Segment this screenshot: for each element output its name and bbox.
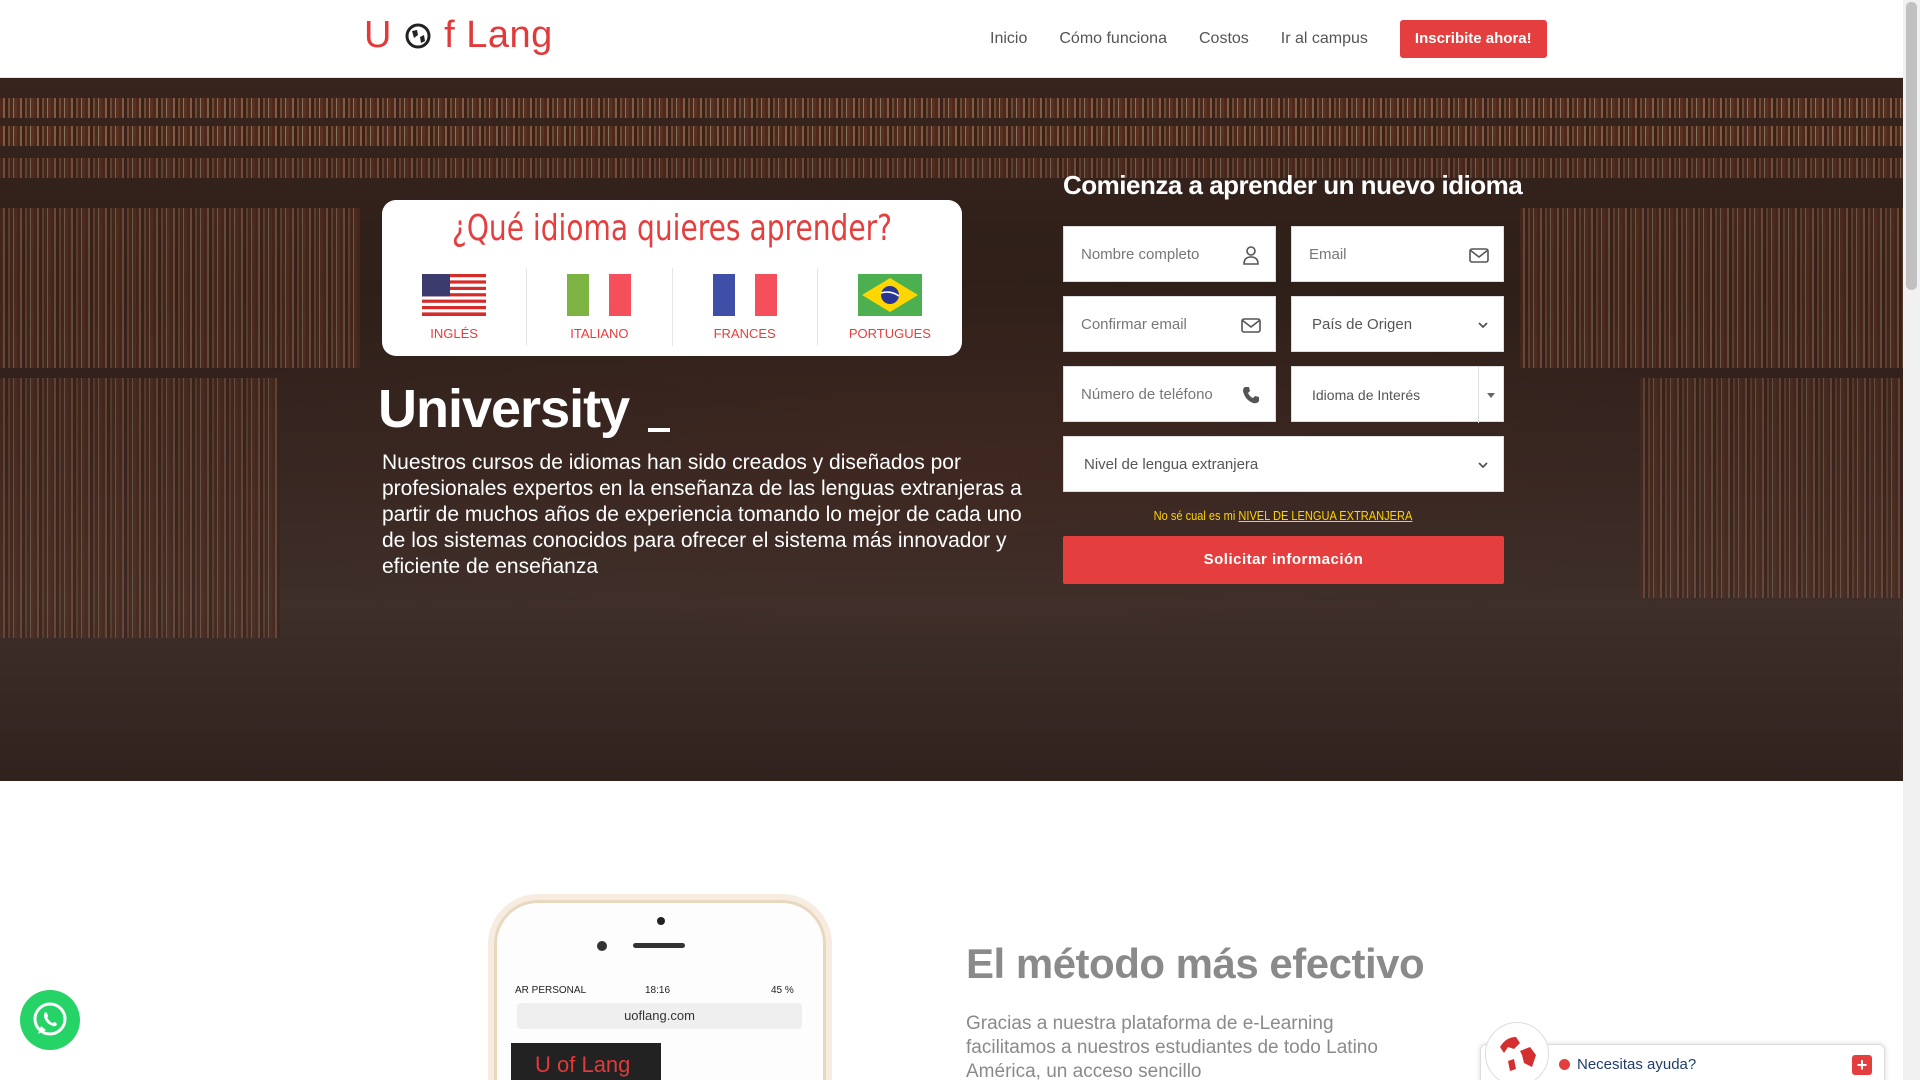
status-dot-icon xyxy=(1559,1059,1570,1070)
language-label: INGLÉS xyxy=(430,326,478,341)
phone-time: 18:16 xyxy=(645,985,671,996)
full-name-placeholder: Nombre completo xyxy=(1081,246,1200,263)
page: U f Lang Inicio Cómo funciona Costos Ir … xyxy=(0,0,1920,1080)
level-help-link[interactable]: NIVEL DE LENGUA EXTRANJERA xyxy=(1238,508,1412,523)
signup-button[interactable]: Inscribite ahora! xyxy=(1399,20,1547,58)
envelope-icon xyxy=(1241,318,1261,333)
nav-costos[interactable]: Costos xyxy=(1199,20,1249,58)
main-nav: Inicio Cómo funciona Costos Ir al campus… xyxy=(990,20,1547,58)
confirm-email-placeholder: Confirmar email xyxy=(1081,316,1187,333)
plus-icon[interactable]: + xyxy=(1852,1055,1872,1075)
language-interest-value: Idioma de Interés xyxy=(1312,387,1421,403)
level-help: No sé cual es mi NIVEL DE LENGUA EXTRANJ… xyxy=(1096,508,1470,523)
full-name-field[interactable]: Nombre completo xyxy=(1063,226,1276,282)
scrollbar-thumb[interactable] xyxy=(1906,2,1917,290)
level-select-value: Nivel de lengua extranjera xyxy=(1084,456,1259,473)
select-divider xyxy=(1478,367,1479,423)
italy-flag-icon xyxy=(567,274,632,316)
email-field[interactable]: Email xyxy=(1291,226,1504,282)
language-question: ¿Qué idioma quieres aprender? xyxy=(451,208,893,249)
language-label: FRANCES xyxy=(713,326,776,341)
language-interest-select[interactable]: Idioma de Interés xyxy=(1291,366,1504,423)
method-title: El método más efectivo xyxy=(966,940,1425,987)
country-select-value: País de Origen xyxy=(1312,316,1413,333)
phone-carrier: AR PERSONAL xyxy=(515,985,587,996)
logo-text-left: U xyxy=(364,14,392,56)
hero-overlay xyxy=(0,78,1903,781)
language-options: INGLÉS ITALIANO FRANCES PORTUGUES xyxy=(382,268,962,346)
hero-headline: University xyxy=(378,379,630,439)
chevron-down-icon xyxy=(1478,462,1488,469)
site-logo[interactable]: U f Lang xyxy=(364,14,553,57)
confirm-email-field[interactable]: Confirmar email xyxy=(1063,296,1276,352)
us-flag-icon xyxy=(422,274,487,316)
chevron-down-icon xyxy=(1478,322,1488,329)
language-option-french[interactable]: FRANCES xyxy=(673,268,818,346)
phone-url-bar: uoflang.com xyxy=(517,1003,802,1029)
logo-text-right: f Lang xyxy=(444,14,553,56)
level-help-text: No sé cual es mi xyxy=(1153,508,1236,523)
brazil-flag-icon xyxy=(857,274,922,316)
phone-field[interactable]: Número de teléfono xyxy=(1063,366,1276,422)
france-flag-icon xyxy=(712,274,777,316)
whatsapp-button[interactable] xyxy=(20,990,80,1050)
whatsapp-icon xyxy=(33,1002,67,1036)
phone-mockup: AR PERSONAL 18:16 45 % uoflang.com U of … xyxy=(494,900,826,1080)
country-select[interactable]: País de Origen xyxy=(1291,296,1504,352)
hero-section: ¿Qué idioma quieres aprender? INGLÉS ITA… xyxy=(0,78,1903,781)
user-icon xyxy=(1243,246,1259,265)
nav-inicio[interactable]: Inicio xyxy=(990,20,1027,58)
site-header: U f Lang Inicio Cómo funciona Costos Ir … xyxy=(0,0,1903,78)
globe-icon xyxy=(1494,1031,1542,1079)
typing-cursor xyxy=(648,428,670,432)
help-chat-label: Necesitas ayuda? xyxy=(1577,1056,1697,1073)
phone-placeholder: Número de teléfono xyxy=(1081,386,1213,403)
page-scrollbar[interactable] xyxy=(1903,0,1920,1080)
hero-description: Nuestros cursos de idiomas han sido crea… xyxy=(382,451,1022,578)
phone-icon xyxy=(1243,387,1259,404)
language-option-english[interactable]: INGLÉS xyxy=(382,268,528,346)
language-option-italian[interactable]: ITALIANO xyxy=(527,268,673,346)
help-chat-avatar[interactable] xyxy=(1485,1022,1549,1080)
phone-app-logo: U of Lang xyxy=(511,1043,661,1080)
phone-url: uoflang.com xyxy=(624,1008,695,1023)
form-title: Comienza a aprender un nuevo idioma xyxy=(1063,170,1523,200)
method-description: Gracias a nuestra plataforma de e-Learni… xyxy=(966,1013,1378,1080)
nav-campus[interactable]: Ir al campus xyxy=(1281,20,1368,58)
email-placeholder: Email xyxy=(1309,246,1347,263)
phone-battery: 45 % xyxy=(771,985,794,996)
language-label: PORTUGUES xyxy=(848,326,931,341)
caret-down-icon xyxy=(1487,393,1495,398)
phone-lens xyxy=(597,941,607,951)
phone-speaker xyxy=(633,943,685,948)
language-label: ITALIANO xyxy=(570,326,629,341)
level-select[interactable]: Nivel de lengua extranjera xyxy=(1063,436,1504,492)
phone-camera xyxy=(657,917,665,925)
envelope-icon xyxy=(1469,248,1489,263)
nav-como-funciona[interactable]: Cómo funciona xyxy=(1059,20,1167,58)
language-picker-card: ¿Qué idioma quieres aprender? INGLÉS ITA… xyxy=(382,200,962,356)
submit-button[interactable]: Solicitar información xyxy=(1063,536,1504,584)
language-option-portuguese[interactable]: PORTUGUES xyxy=(818,268,962,346)
globe-icon xyxy=(405,23,431,49)
